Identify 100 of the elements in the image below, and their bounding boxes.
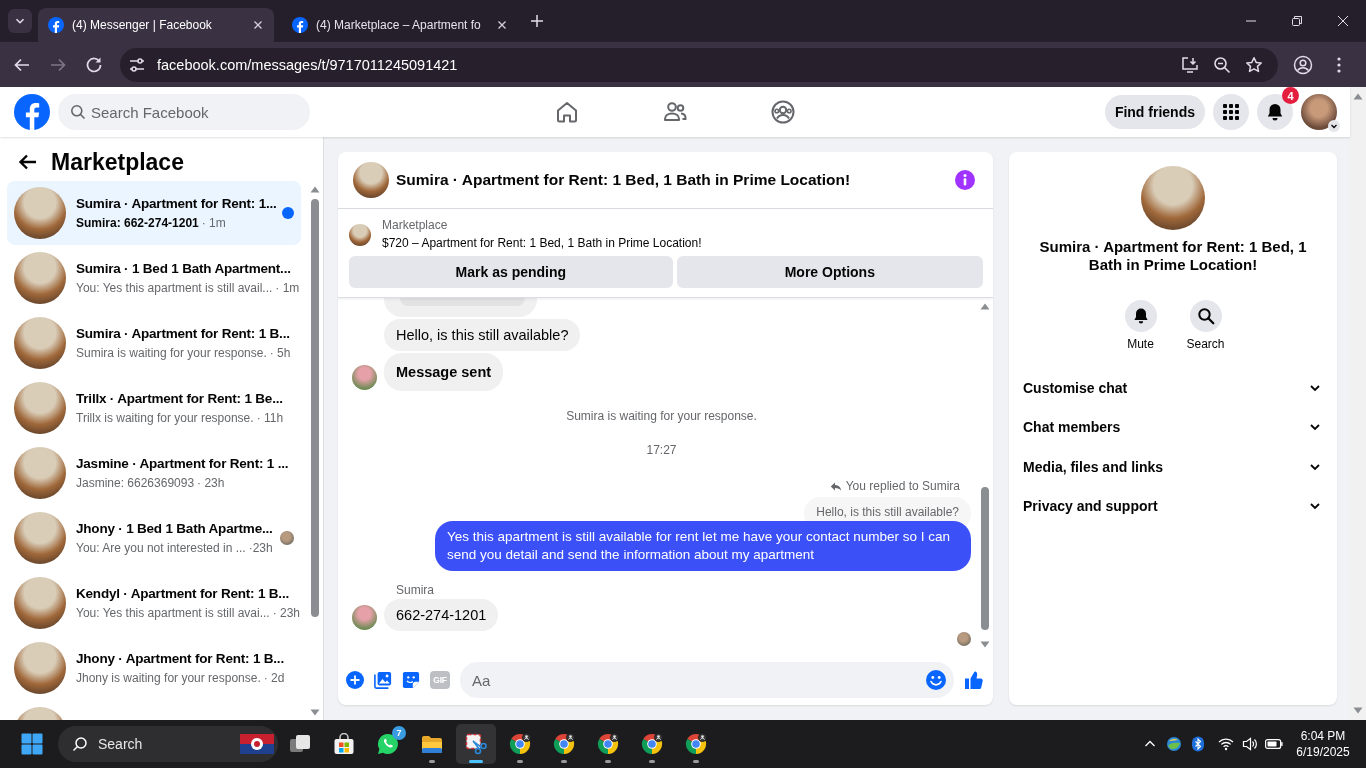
bluetooth-icon[interactable] [1190, 736, 1206, 752]
favicon-icon [48, 17, 64, 33]
scroll-down-icon[interactable] [1353, 707, 1363, 714]
info-icon[interactable] [955, 170, 975, 190]
find-friends-button[interactable]: Find friends [1104, 95, 1205, 129]
listing-title: $720 – Apartment for Rent: 1 Bed, 1 Bath in Prime Location! [382, 235, 702, 252]
search-field[interactable]: Search [58, 726, 278, 762]
taskbar-button[interactable] [456, 724, 496, 764]
sidebar-title: Marketplace [51, 148, 184, 176]
store-icon [333, 733, 355, 755]
emoji-icon[interactable] [926, 670, 946, 690]
action-label: Mute [1127, 337, 1154, 351]
scrollbar-thumb[interactable] [980, 487, 989, 630]
profile-icon[interactable] [1293, 54, 1313, 75]
browser-tab[interactable]: (4) Marketplace – Apartment fo [282, 8, 518, 42]
restore-icon[interactable] [1292, 16, 1302, 26]
more-icon[interactable] [1337, 56, 1341, 73]
reload-icon[interactable] [85, 55, 103, 74]
groups-icon[interactable] [770, 99, 796, 125]
sender-name: Sumira [396, 583, 434, 597]
menu-button[interactable] [1213, 94, 1249, 130]
avatar [14, 252, 66, 304]
message-input[interactable]: Aa [460, 662, 954, 698]
action-label: Search [1186, 337, 1225, 351]
action-button[interactable]: Mark as pending [349, 256, 673, 288]
sticker-icon[interactable] [402, 671, 420, 689]
conversation-item[interactable]: Jhony · Apartment for Rent: 1 B... Jhony is waiting for your response. · 2d [7, 636, 301, 700]
bell-icon [1265, 102, 1285, 122]
close-icon[interactable] [496, 19, 508, 31]
action-button[interactable] [1124, 300, 1157, 332]
scroll-up-icon[interactable] [1353, 93, 1363, 100]
logo-icon[interactable] [14, 94, 50, 130]
message-time: · 5h [269, 344, 291, 361]
scissors-icon [465, 733, 487, 755]
conversation-item[interactable]: Jasmine · Apartment for Rent: 1 ... Jasmine: 6626369093 · 23h [7, 441, 301, 505]
chevron-down-icon[interactable] [1328, 120, 1340, 132]
message-preview: You: Yes this apartment is still avai... [76, 604, 270, 621]
conversation-item[interactable]: Jhony · 1 Bed 1 Bath Apartme... You: Are you not interested in ... ·23h [7, 506, 301, 570]
action-button[interactable]: More Options [676, 256, 983, 288]
conversation-title: Sumira · 1 Bed 1 Bath Apartment... [76, 260, 292, 277]
speaker-icon[interactable] [1242, 736, 1258, 752]
clock-time[interactable]: 6:04 PM [1300, 728, 1346, 744]
address-bar[interactable]: facebook.com/messages/t/9717011245091421 [120, 47, 1278, 82]
conversation-title: Jasmine · Apartment for Rent: 1 ... [76, 455, 290, 472]
plus-icon[interactable] [346, 671, 364, 689]
accordion-item[interactable]: Privacy and support [1009, 486, 1337, 526]
message-time: · 1m [201, 214, 226, 231]
conversation-item[interactable]: Trillx · Apartment for Rent: 1 Be... Trillx is waiting for your response. · 11h [7, 376, 301, 440]
scroll-down-icon[interactable] [310, 709, 320, 716]
avatar[interactable] [1301, 94, 1337, 130]
clock-date[interactable]: 6/19/2025 [1296, 744, 1350, 760]
windows-icon[interactable] [21, 733, 43, 755]
status-text: Sumira is waiting for your response. [566, 409, 757, 423]
avatar [349, 223, 371, 246]
star-icon[interactable] [1245, 55, 1263, 74]
battery-icon[interactable] [1265, 739, 1283, 749]
globe-icon[interactable] [1166, 736, 1182, 752]
notifications-button[interactable] [1257, 94, 1293, 130]
accordion-item[interactable]: Media, files and links [1009, 447, 1337, 487]
favicon-icon [292, 17, 308, 33]
scrollbar-thumb[interactable] [311, 199, 319, 617]
plus-icon[interactable] [530, 14, 544, 28]
tab-list-button[interactable] [8, 9, 32, 33]
conversation-title: Jhony · 1 Bed 1 Bath Apartme... [76, 520, 270, 537]
notification-badge: 4 [1282, 87, 1299, 104]
close-icon[interactable] [252, 19, 264, 31]
message-time: · 2d [263, 669, 285, 686]
scroll-up-icon[interactable] [310, 186, 320, 193]
conversation-item[interactable]: Sumira · 1 Bed 1 Bath Apartment... You: Yes this apartment is still avail... · 1m [7, 246, 301, 310]
browser-icon [641, 733, 663, 755]
zoom-out-icon[interactable] [1213, 55, 1231, 74]
message-bubble: Yes this apartment is still available for rent let me have your contact number so I can send you detail and send the information about my apartment [435, 521, 971, 571]
message-preview: Jasmine: 6626369093 [76, 474, 195, 491]
browser-tab[interactable]: (4) Messenger | Facebook [38, 8, 274, 42]
scroll-up-icon[interactable] [979, 303, 990, 310]
scroll-down-icon[interactable] [979, 641, 990, 648]
install-app-icon[interactable] [1181, 55, 1199, 74]
home-icon[interactable] [554, 99, 580, 125]
conversation-item[interactable]: Sumira · Apartment for Rent: 1 B... Sumira is waiting for your response. · 5h [7, 311, 301, 375]
avatar [14, 512, 66, 564]
message-time: · 1m [275, 279, 300, 296]
tune-icon[interactable] [128, 55, 146, 74]
search-field[interactable]: Search Facebook [58, 94, 310, 130]
accordion-item[interactable]: Chat members [1009, 407, 1337, 447]
conversation-item[interactable]: Sumira · Apartment for Rent: 1... Sumira: 662-274-1201 · 1m [7, 181, 301, 245]
seen-avatar-icon [957, 632, 971, 646]
thumbs-up-icon[interactable] [964, 670, 984, 690]
avatar [14, 382, 66, 434]
image-icon[interactable] [374, 671, 392, 689]
browser-icon [597, 733, 619, 755]
action-button[interactable] [1189, 300, 1222, 332]
close-icon[interactable] [1338, 16, 1348, 26]
avatar [353, 162, 389, 198]
back-arrow-icon[interactable] [18, 152, 38, 172]
search-icon [1196, 307, 1215, 325]
accordion-item[interactable]: Customise chat [1009, 368, 1337, 408]
wifi-icon[interactable] [1218, 736, 1234, 752]
search-icon [70, 104, 86, 120]
conversation-item[interactable]: Kendyl · Apartment for Rent: 1 B... You: Yes this apartment is still avai... · 23h [7, 571, 301, 635]
chevron-down-icon [15, 16, 25, 26]
